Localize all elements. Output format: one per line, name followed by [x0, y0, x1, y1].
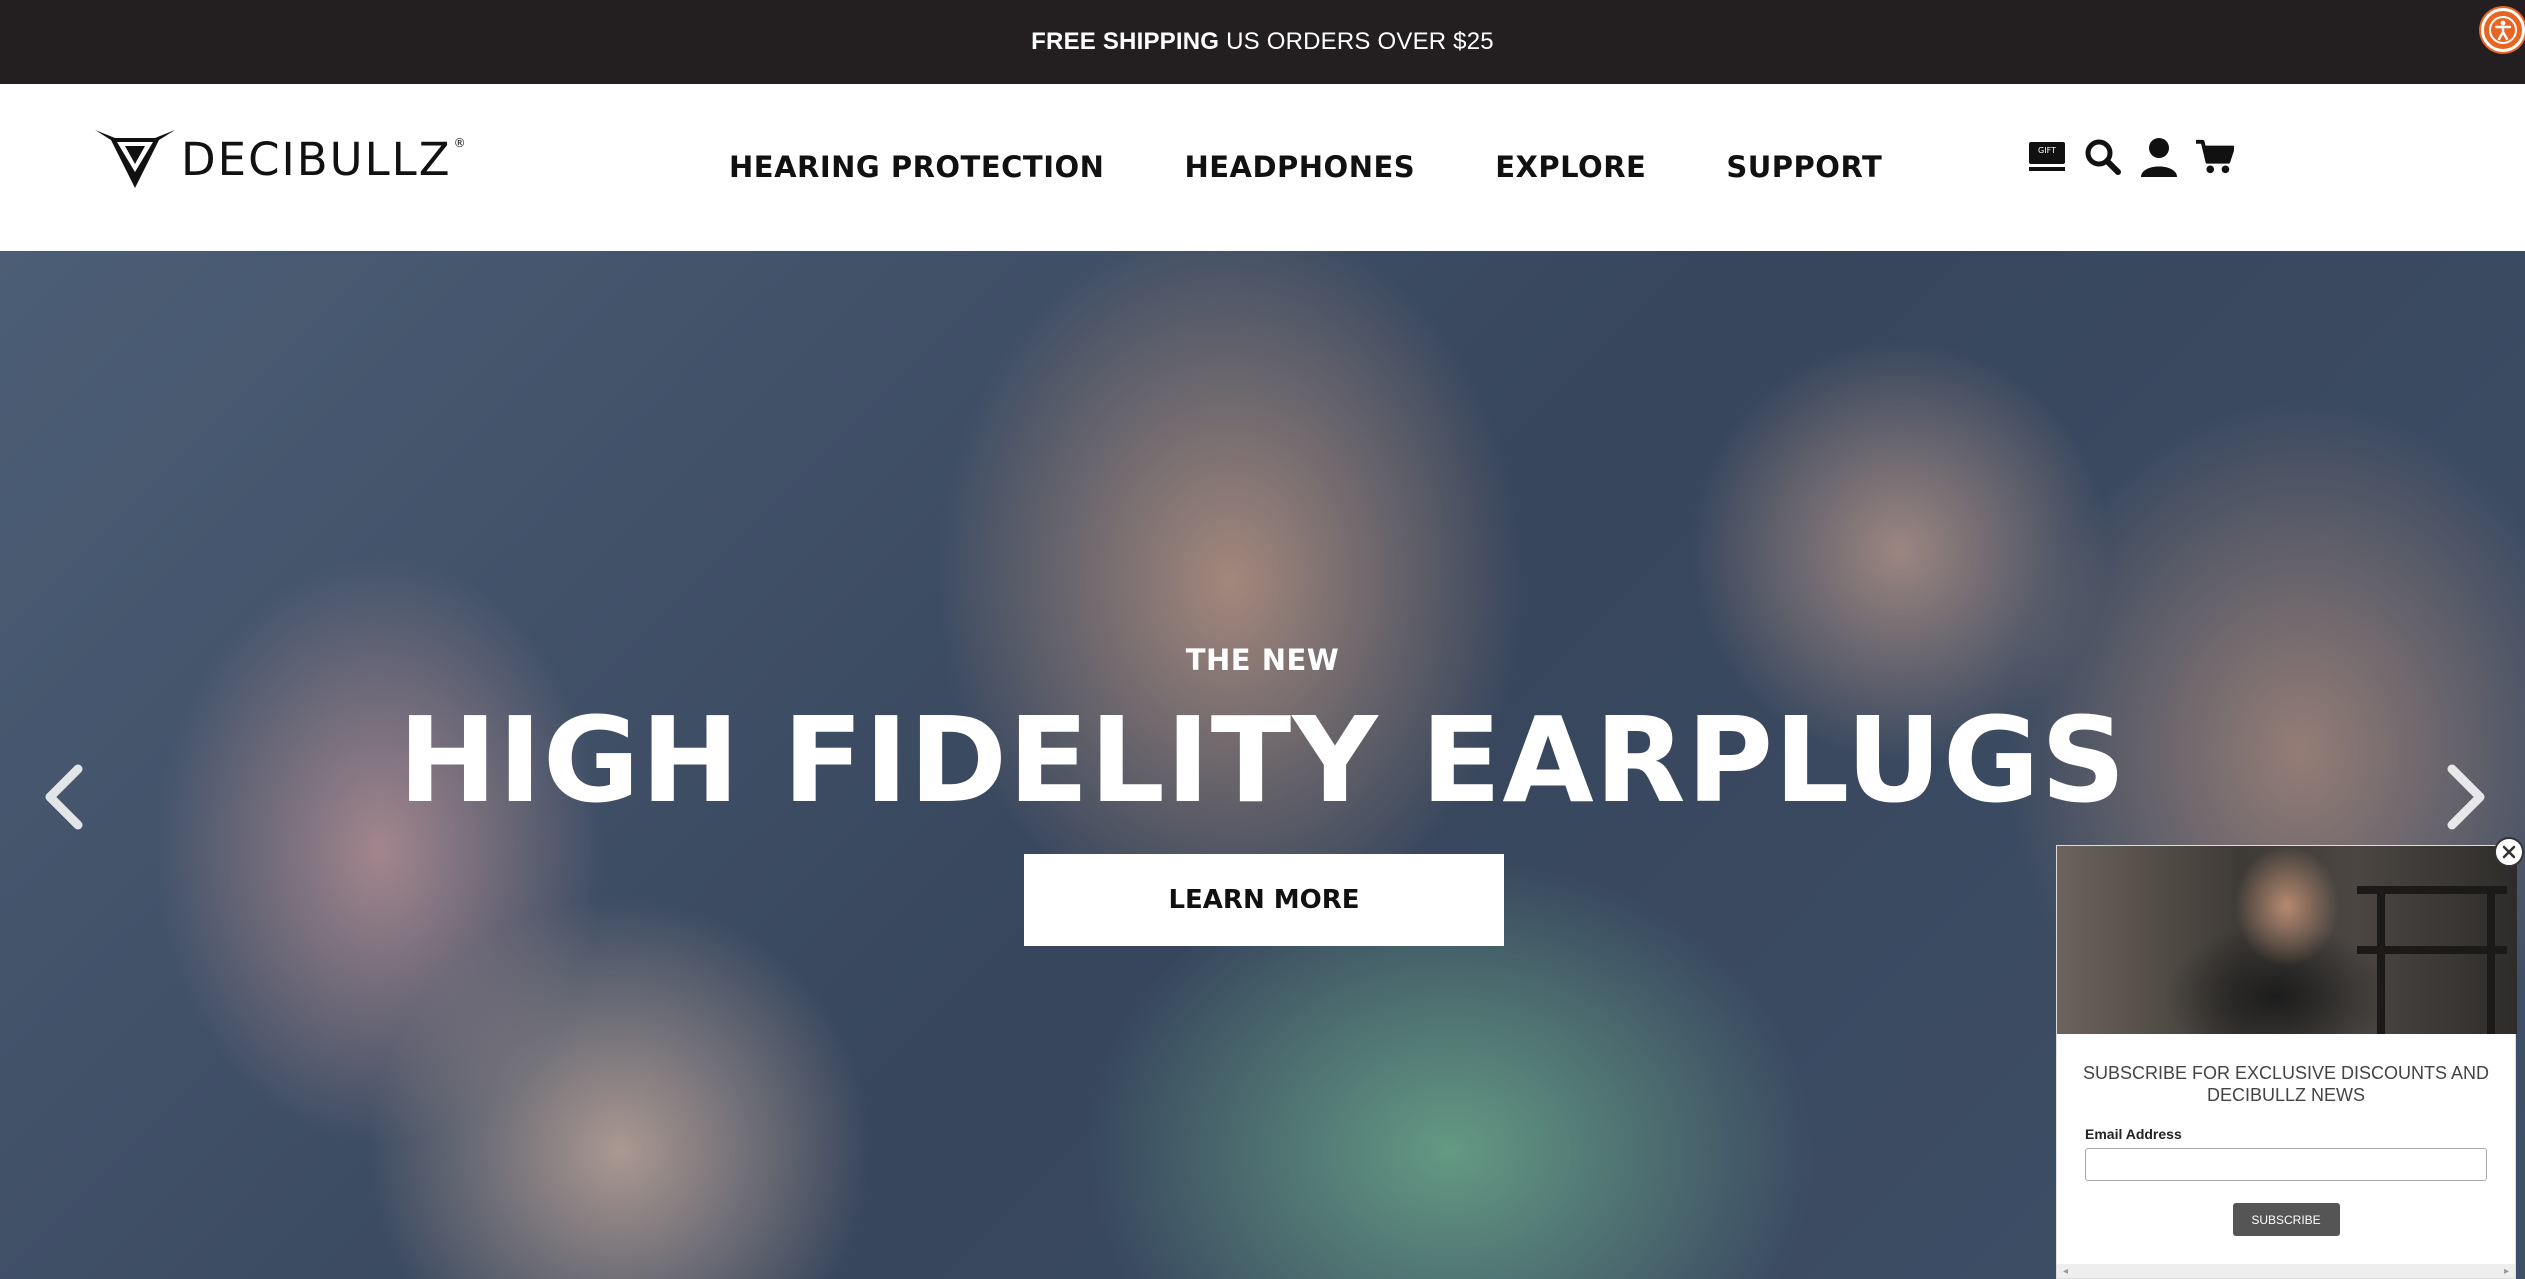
site-logo[interactable]: DECIBULLZ ®	[95, 128, 468, 190]
hero-eyebrow: THE NEW	[1185, 643, 1340, 677]
chevron-right-icon[interactable]	[2440, 761, 2490, 833]
gift-card-label: GIFT	[2038, 146, 2056, 155]
logo-text: DECIBULLZ ®	[181, 132, 468, 186]
subscribe-button[interactable]: SUBSCRIBE	[2232, 1203, 2340, 1236]
announcement-strong: FREE SHIPPING	[1031, 28, 1220, 55]
gift-card-icon[interactable]: GIFT	[2028, 136, 2066, 178]
close-icon[interactable]	[2494, 837, 2524, 867]
hero-title: HIGH FIDELITY EARPLUGS	[398, 691, 2127, 829]
popup-headline: SUBSCRIBE FOR EXCLUSIVE DISCOUNTS AND DE…	[2082, 1063, 2490, 1105]
nav-item-headphones[interactable]: HEADPHONES	[1184, 150, 1415, 184]
scroll-left-icon[interactable]: ◂	[2063, 1266, 2068, 1277]
nav-item-support[interactable]: SUPPORT	[1726, 150, 1882, 184]
nav-item-explore[interactable]: EXPLORE	[1495, 150, 1646, 184]
subscribe-popup: SUBSCRIBE FOR EXCLUSIVE DISCOUNTS AND DE…	[2056, 845, 2517, 1279]
search-icon[interactable]	[2084, 136, 2122, 178]
accessibility-icon[interactable]	[2481, 8, 2525, 52]
scroll-right-icon[interactable]: ▸	[2504, 1266, 2509, 1277]
account-icon[interactable]	[2140, 136, 2178, 178]
logo-mark-icon	[95, 130, 175, 188]
site-header: DECIBULLZ ® HEARING PROTECTION HEADPHONES…	[0, 84, 2525, 251]
header-icons: GIFT	[2028, 136, 2234, 178]
main-nav: HEARING PROTECTION HEADPHONES EXPLORE SU…	[729, 150, 1882, 184]
announcement-bar: FREE SHIPPING US ORDERS OVER $25	[0, 0, 2525, 84]
popup-image	[2057, 846, 2517, 1034]
email-field[interactable]	[2085, 1148, 2487, 1181]
email-label: Email Address	[2085, 1126, 2182, 1142]
learn-more-button[interactable]: LEARN MORE	[1024, 854, 1504, 946]
nav-item-hearing-protection[interactable]: HEARING PROTECTION	[729, 150, 1104, 184]
chevron-left-icon[interactable]	[40, 761, 90, 833]
announcement-text: US ORDERS OVER $25	[1226, 28, 1494, 55]
popup-scrollbar[interactable]: ◂ ▸	[2057, 1264, 2515, 1278]
cart-icon[interactable]	[2196, 136, 2234, 178]
